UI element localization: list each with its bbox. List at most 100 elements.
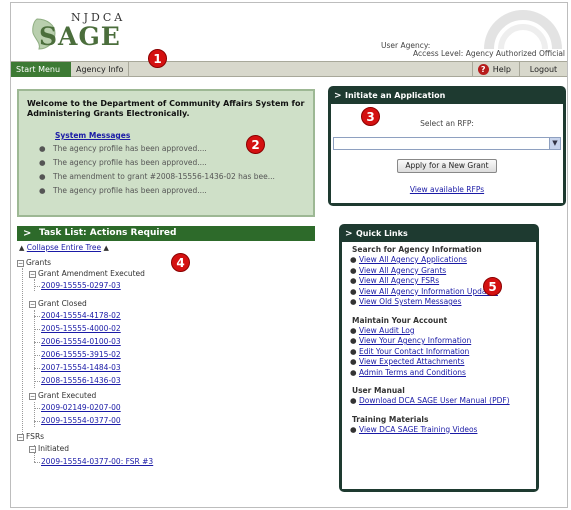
system-messages-link[interactable]: System Messages: [55, 131, 130, 140]
collapse-node-icon[interactable]: −: [29, 301, 36, 308]
ql-link[interactable]: View All Agency Information Updates: [359, 287, 498, 296]
ql-link[interactable]: View All Agency Grants: [359, 266, 446, 275]
grant-link[interactable]: 2004-15554-4178-02: [41, 311, 121, 320]
tree-leaf-fsr[interactable]: 2009-15554-0377-00: FSR #3: [34, 456, 153, 467]
system-message-item[interactable]: ● The agency profile has been approved...…: [39, 156, 309, 170]
collapse-node-icon[interactable]: −: [29, 271, 36, 278]
collapse-node-icon[interactable]: −: [17, 260, 24, 267]
ql-link[interactable]: Download DCA SAGE User Manual (PDF): [359, 396, 510, 405]
tree-leaf-grant[interactable]: 2007-15554-1484-03: [34, 362, 121, 373]
collapse-node-icon[interactable]: −: [17, 434, 24, 441]
grant-link[interactable]: 2008-15556-1436-03: [41, 376, 121, 385]
callout-marker-5: 5: [483, 277, 502, 296]
ql-link[interactable]: View DCA SAGE Training Videos: [359, 425, 477, 434]
grant-link[interactable]: 2006-15555-3915-02: [41, 350, 121, 359]
ql-list-item: ● Admin Terms and Conditions: [348, 368, 530, 379]
tree-leaf-grant[interactable]: 2005-15555-4000-02: [34, 323, 121, 334]
tree-connector: [34, 421, 40, 422]
triangle-up-icon: ▲: [19, 244, 25, 252]
ql-section-heading: Search for Agency Information: [352, 245, 482, 254]
system-message-item[interactable]: ● The agency profile has been approved...…: [39, 142, 309, 156]
task-list-header: > Task List: Actions Required: [17, 226, 315, 241]
ql-list-item: ● View All Agency FSRs: [348, 276, 530, 287]
sage-logo: NJDCA SAGE: [27, 9, 137, 53]
grant-link[interactable]: 2009-15554-0377-00: [41, 416, 121, 425]
tree-node-grants[interactable]: − Grants: [17, 257, 51, 268]
tree-leaf-grant[interactable]: 2009-15554-0377-00: [34, 415, 121, 426]
help-button[interactable]: ? Help: [471, 62, 517, 77]
system-message-item[interactable]: ● The agency profile has been approved...…: [39, 184, 309, 198]
ql-link-list: ● View Audit Log ● View Your Agency Inform…: [348, 326, 530, 379]
system-messages-list: ● The agency profile has been approved...…: [39, 142, 309, 198]
tree-node-amendment-executed[interactable]: − Grant Amendment Executed: [29, 268, 145, 279]
tree-node-label: FSRs: [26, 432, 45, 441]
ql-list-item: ● View All Agency Grants: [348, 266, 530, 277]
tree-node-grant-closed[interactable]: − Grant Closed: [29, 298, 87, 309]
help-icon: ?: [477, 64, 489, 75]
ql-list-item: ● View Your Agency Information: [348, 336, 530, 347]
view-available-rfps-link[interactable]: View available RFPs: [410, 185, 484, 194]
bullet-icon: ●: [39, 172, 46, 181]
tree-leaf-grant[interactable]: 2009-15555-0297-03: [34, 280, 121, 291]
ql-list-item: ● View DCA SAGE Training Videos: [348, 425, 530, 436]
tree-node-initiated[interactable]: − Initiated: [29, 443, 69, 454]
collapse-node-icon[interactable]: −: [29, 393, 36, 400]
apply-new-grant-button[interactable]: Apply for a New Grant: [397, 159, 497, 173]
decorative-arc-icon: [484, 10, 562, 50]
grant-link[interactable]: 2009-02149-0207-00: [41, 403, 121, 412]
tree-leaf-grant[interactable]: 2006-15555-3915-02: [34, 349, 121, 360]
grant-link[interactable]: 2009-15555-0297-03: [41, 281, 121, 290]
system-message-text: The amendment to grant #2008-15556-1436-…: [53, 172, 275, 181]
tree-node-fsrs[interactable]: − FSRs: [17, 431, 44, 442]
bullet-icon: ●: [350, 325, 357, 335]
ql-link[interactable]: View All Agency Applications: [359, 255, 467, 264]
chevron-right-icon: >: [345, 229, 353, 239]
tree-connector: [34, 279, 35, 291]
grant-link[interactable]: 2005-15555-4000-02: [41, 324, 121, 333]
quick-links-body: Search for Agency Information ● View All …: [342, 242, 536, 489]
ql-link[interactable]: View All Agency FSRs: [359, 276, 439, 285]
system-message-item[interactable]: ● The amendment to grant #2008-15556-1436…: [39, 170, 309, 184]
tree-leaf-grant[interactable]: 2006-15554-0100-03: [34, 336, 121, 347]
ql-link-list: ● View DCA SAGE Training Videos: [348, 425, 530, 436]
grant-link[interactable]: 2007-15554-1484-03: [41, 363, 121, 372]
tree-connector: [34, 462, 40, 463]
ql-link[interactable]: View Your Agency Information: [359, 336, 471, 345]
bullet-icon: ●: [350, 336, 357, 345]
tree-leaf-grant[interactable]: 2004-15554-4178-02: [34, 310, 121, 321]
tree-node-label: Grants: [26, 258, 52, 267]
callout-marker-2: 2: [246, 135, 265, 154]
chevron-right-icon: >: [334, 91, 342, 101]
bullet-icon: ●: [350, 255, 357, 264]
logout-button[interactable]: Logout: [519, 62, 567, 77]
tab-agency-info[interactable]: Agency Info: [71, 62, 130, 77]
callout-marker-4: 4: [171, 253, 190, 272]
ql-link[interactable]: View Old System Messages: [359, 297, 461, 306]
access-level-label: Access Level: Agency Authorized Official: [412, 49, 565, 58]
ql-section-manual: User Manual ● Download DCA SAGE User Manu…: [348, 386, 530, 407]
tree-leaf-grant[interactable]: 2008-15556-1436-03: [34, 375, 121, 386]
ql-link[interactable]: View Audit Log: [359, 326, 415, 335]
ql-link[interactable]: Admin Terms and Conditions: [359, 368, 466, 377]
chevron-down-icon[interactable]: ▼: [549, 138, 560, 149]
initiate-panel-header: > Initiate an Application: [331, 89, 563, 103]
ql-section-training: Training Materials ● View DCA SAGE Traini…: [348, 415, 530, 436]
tree-connector: [34, 310, 35, 388]
tree-node-label: Grant Executed: [38, 391, 97, 400]
ql-link[interactable]: View Expected Attachments: [359, 357, 464, 366]
system-message-text: The agency profile has been approved....: [53, 158, 207, 167]
collapse-node-icon[interactable]: −: [29, 446, 36, 453]
view-rfps-row: View available RFPs: [331, 185, 563, 194]
tab-start-menu[interactable]: Start Menu: [11, 62, 71, 77]
collapse-entire-tree-link[interactable]: Collapse Entire Tree: [27, 243, 101, 252]
ql-link[interactable]: Edit Your Contact Information: [359, 347, 469, 356]
bullet-icon: ●: [39, 186, 46, 195]
fsr-link[interactable]: 2009-15554-0377-00: FSR #3: [41, 457, 153, 466]
rfp-select[interactable]: ▼: [333, 137, 561, 150]
bullet-icon: ●: [350, 297, 357, 306]
tree-node-label: Initiated: [38, 444, 69, 453]
callout-marker-1: 1: [148, 49, 167, 68]
grant-link[interactable]: 2006-15554-0100-03: [41, 337, 121, 346]
tree-leaf-grant[interactable]: 2009-02149-0207-00: [34, 402, 121, 413]
tree-node-grant-executed[interactable]: − Grant Executed: [29, 390, 96, 401]
